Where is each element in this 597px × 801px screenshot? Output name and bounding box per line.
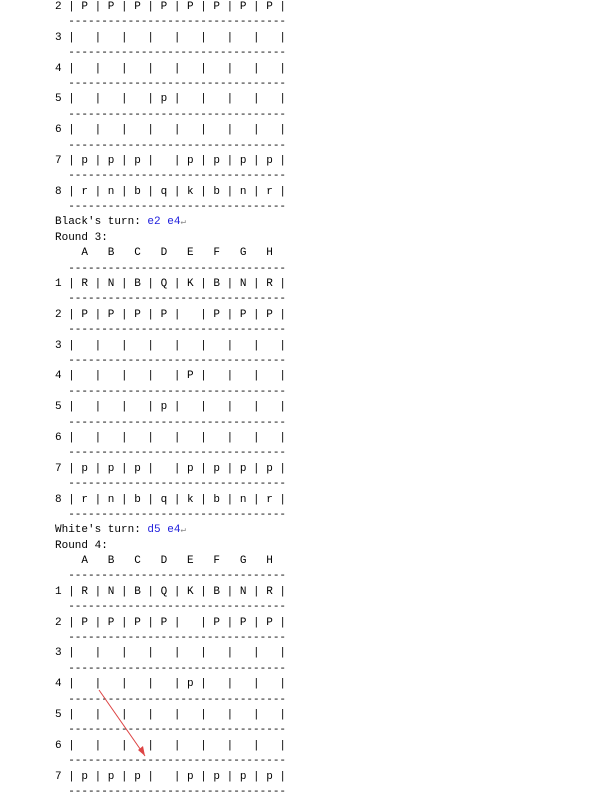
turn-line: White's turn: d5 e4↵ [55, 523, 557, 538]
turn-line: Black's turn: e2 e4↵ [55, 215, 557, 230]
board-divider: --------------------------------- [55, 139, 557, 154]
board-divider: --------------------------------- [55, 785, 557, 800]
board-divider: --------------------------------- [55, 416, 557, 431]
board-row: 1 | R | N | B | Q | K | B | N | R | [55, 277, 557, 292]
board-row: 8 | r | n | b | q | k | b | n | r | [55, 185, 557, 200]
board-row: 3 | | | | | | | | | [55, 31, 557, 46]
board-row: 7 | p | p | p | | p | p | p | p | [55, 154, 557, 169]
board-divider: --------------------------------- [55, 600, 557, 615]
board-row: 1 | R | N | B | Q | K | B | N | R | [55, 585, 557, 600]
board-divider: --------------------------------- [55, 354, 557, 369]
board-divider: --------------------------------- [55, 46, 557, 61]
board-row: 5 | | | | p | | | | | [55, 400, 557, 415]
board-row: 4 | | | | | p | | | | [55, 677, 557, 692]
board-divider: --------------------------------- [55, 508, 557, 523]
page: 2 | P | P | P | P | P | P | P | P | ----… [0, 0, 597, 801]
board-divider: --------------------------------- [55, 723, 557, 738]
board-divider: --------------------------------- [55, 446, 557, 461]
board-row: 3 | | | | | | | | | [55, 339, 557, 354]
board-divider: --------------------------------- [55, 477, 557, 492]
board-row: 4 | | | | | | | | | [55, 62, 557, 77]
board-row: 2 | P | P | P | P | P | P | P | P | [55, 0, 557, 15]
board-row: 4 | | | | | P | | | | [55, 369, 557, 384]
move-notation: e2 e4 [147, 216, 180, 228]
turn-label: White's turn: [55, 524, 147, 536]
board-row: 2 | P | P | P | P | | P | P | P | [55, 616, 557, 631]
board-divider: --------------------------------- [55, 15, 557, 30]
round-label: Round 3: [55, 231, 557, 246]
board-divider: --------------------------------- [55, 108, 557, 123]
board-divider: --------------------------------- [55, 323, 557, 338]
board-row: 3 | | | | | | | | | [55, 646, 557, 661]
board-divider: --------------------------------- [55, 385, 557, 400]
board-row: 6 | | | | | | | | | [55, 739, 557, 754]
board-row: 7 | p | p | p | | p | p | p | p | [55, 462, 557, 477]
board-row: 8 | r | n | b | q | k | b | n | r | [55, 493, 557, 508]
board-divider: --------------------------------- [55, 262, 557, 277]
board-divider: --------------------------------- [55, 569, 557, 584]
board-row: 2 | P | P | P | P | | P | P | P | [55, 308, 557, 323]
board-row: 6 | | | | | | | | | [55, 431, 557, 446]
board-divider: --------------------------------- [55, 631, 557, 646]
return-symbol: ↵ [180, 525, 185, 535]
board-row: 5 | | | | p | | | | | [55, 92, 557, 107]
board-header: A B C D E F G H [55, 554, 557, 569]
board-divider: --------------------------------- [55, 200, 557, 215]
board-row: 7 | p | p | p | | p | p | p | p | [55, 770, 557, 785]
board-row: 5 | | | | | | | | | [55, 708, 557, 723]
board-divider: --------------------------------- [55, 169, 557, 184]
board-divider: --------------------------------- [55, 754, 557, 769]
board-divider: --------------------------------- [55, 693, 557, 708]
board-divider: --------------------------------- [55, 292, 557, 307]
turn-label: Black's turn: [55, 216, 147, 228]
board-header: A B C D E F G H [55, 246, 557, 261]
return-symbol: ↵ [180, 217, 185, 227]
round-label: Round 4: [55, 539, 557, 554]
board-row: 6 | | | | | | | | | [55, 123, 557, 138]
game-log: 2 | P | P | P | P | P | P | P | P | ----… [40, 0, 557, 801]
board-divider: --------------------------------- [55, 662, 557, 677]
board-divider: --------------------------------- [55, 77, 557, 92]
move-notation: d5 e4 [147, 524, 180, 536]
